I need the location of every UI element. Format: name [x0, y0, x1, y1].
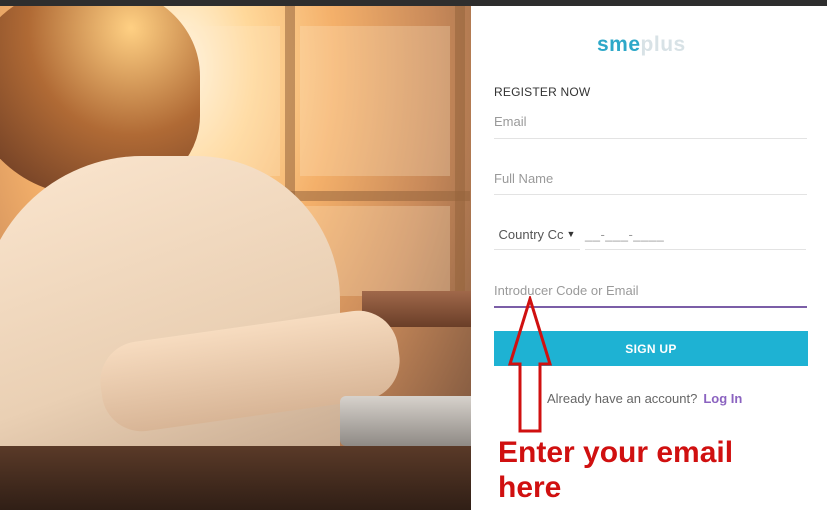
hero-image	[0, 6, 471, 510]
phone-mask: __-___-____	[585, 226, 665, 242]
smeplus-logo: smeplus	[597, 33, 686, 56]
annotation-line1: Enter your email	[498, 436, 734, 469]
full-name-placeholder: Full Name	[494, 171, 554, 186]
country-code-select[interactable]: Country Cc ▼	[494, 219, 580, 250]
login-link[interactable]: Log In	[703, 391, 742, 406]
phone-field[interactable]: __-___-____	[585, 219, 806, 250]
country-code-value: Country Cc	[498, 226, 564, 242]
register-title: REGISTER NOW	[494, 85, 591, 99]
already-text: Already have an account?	[547, 391, 698, 406]
annotation-text: Enter your email here	[498, 435, 733, 505]
email-placeholder: Email	[494, 114, 527, 129]
full-name-field[interactable]: Full Name	[494, 170, 807, 195]
login-prompt: Already have an account? Log In	[547, 391, 742, 406]
dropdown-arrow-icon: ▼	[566, 229, 576, 239]
up-arrow-annotation	[507, 296, 553, 433]
annotation-line2: here	[498, 471, 562, 504]
email-field[interactable]: Email	[494, 113, 807, 139]
